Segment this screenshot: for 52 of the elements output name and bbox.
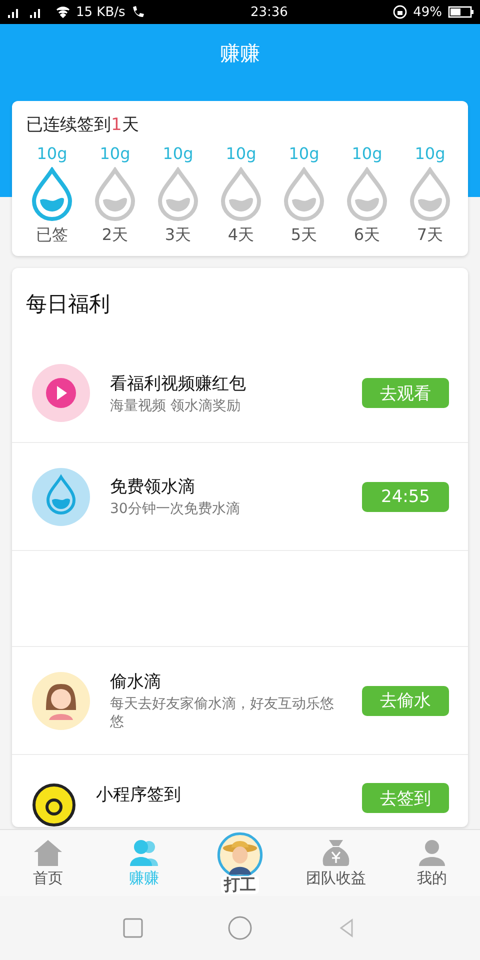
play-icon — [32, 364, 90, 422]
tab-label: 打工 — [221, 876, 259, 894]
reward-amount: 10g — [352, 144, 382, 163]
task-button[interactable]: 去签到 — [362, 783, 449, 813]
streak-text: 已连续签到1天 — [26, 114, 140, 136]
section-title: 每日福利 — [25, 291, 111, 318]
home-icon — [33, 838, 63, 866]
reward-amount: 10g — [100, 144, 130, 163]
task-description: 每天去好友家偷水滴，好友互动乐悠悠 — [110, 695, 335, 731]
tab-item[interactable]: 我的 — [384, 830, 480, 896]
rotation-lock-icon — [393, 5, 408, 19]
farmer-avatar-icon — [217, 832, 263, 878]
tab-item[interactable]: 赚赚 — [96, 830, 192, 896]
task-description: 海量视频 领水滴奖励 — [110, 396, 242, 414]
task-title: 小程序签到 — [96, 784, 182, 806]
network-speed: 15 KB/s — [76, 4, 126, 20]
task-title: 看福利视频赚红包 — [110, 372, 247, 394]
money-bag-icon — [321, 838, 351, 866]
reward-amount: 10g — [226, 144, 256, 163]
recents-button-icon[interactable] — [122, 918, 143, 938]
reward-amount: 10g — [36, 144, 68, 163]
day-label: 7天 — [416, 225, 444, 246]
reward-amount: 10g — [162, 144, 194, 163]
tab-item[interactable]: 团队收益 — [288, 830, 384, 896]
wifi-icon — [56, 6, 70, 18]
battery-percent: 49% — [413, 4, 442, 20]
task-button[interactable]: 去偷水 — [362, 686, 449, 716]
day-label: 3天 — [164, 225, 192, 246]
clock-time: 23:36 — [250, 4, 288, 20]
task-description: 30分钟一次免费水滴 — [110, 500, 241, 518]
tab-item[interactable]: 首页 — [0, 830, 96, 896]
reward-amount: 10g — [414, 144, 446, 163]
woman-avatar-icon — [32, 672, 90, 730]
water-drop-icon — [32, 468, 90, 526]
tab-item[interactable]: 打工 — [192, 830, 288, 896]
person-icon — [417, 838, 447, 866]
people-icon — [129, 838, 159, 866]
page-title: 赚赚 — [220, 40, 260, 67]
task-title: 免费领水滴 — [110, 476, 196, 498]
day-label: 5天 — [290, 225, 318, 246]
coin-icon — [32, 783, 76, 827]
battery-icon — [448, 6, 474, 18]
phone-icon — [131, 5, 146, 19]
reward-amount: 10g — [288, 144, 320, 163]
day-label: 6天 — [354, 225, 380, 246]
day-label: 4天 — [228, 225, 254, 246]
task-button[interactable]: 去观看 — [362, 378, 449, 408]
day-label: 已签 — [36, 225, 68, 246]
home-button-icon[interactable] — [228, 916, 252, 940]
day-label: 2天 — [102, 225, 128, 246]
task-button[interactable]: 24:55 — [362, 482, 449, 512]
task-title: 偷水滴 — [110, 671, 162, 693]
